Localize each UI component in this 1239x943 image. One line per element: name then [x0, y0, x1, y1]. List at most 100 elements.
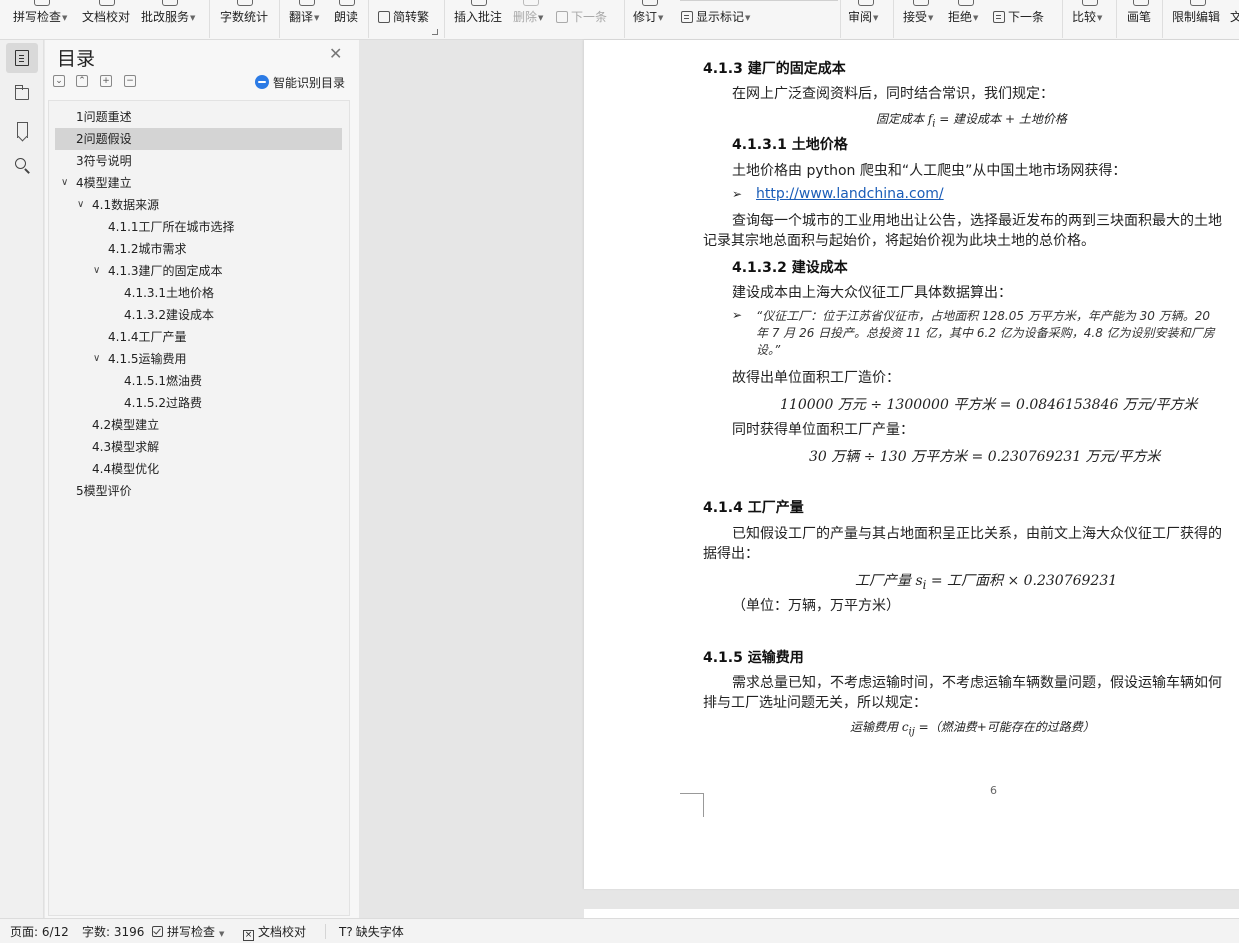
paragraph: 查询每一个城市的工业用地出让公告，选择最近发布的两到三块面积最大的土地 [732, 213, 1222, 229]
next-change-button[interactable]: 下一条 [993, 9, 1053, 27]
missing-font-status[interactable]: T? 缺失字体 [339, 925, 404, 939]
search-icon [15, 158, 26, 169]
review-button[interactable]: 审阅▼ [848, 0, 884, 38]
accept-button[interactable]: 接受▼ [903, 0, 939, 38]
ai-assistant-icon [255, 75, 269, 89]
chevron-down-icon[interactable]: ∨ [61, 172, 68, 194]
heading-4-1-3-1: 4.1.3.1 土地价格 [732, 137, 848, 153]
document-page[interactable]: 4.1.3 建厂的固定成本 在网上广泛查阅资料后，同时结合常识，我们规定： 固定… [584, 40, 1239, 889]
restrict-edit-button[interactable]: 限制编辑 [1172, 0, 1224, 38]
paragraph: 在网上广泛查阅资料后，同时结合常识，我们规定： [732, 86, 1054, 102]
unit-note: （单位：万辆，万平方米） [732, 598, 900, 614]
navigation-rail [0, 40, 44, 918]
bookmark-icon [17, 122, 28, 138]
paragraph: 需求总量已知，不考虑运输时间，不考虑运输车辆数量问题，假设运输车辆如何 [732, 675, 1222, 691]
heading-4-1-4: 4.1.4 工厂产量 [703, 500, 804, 516]
track-changes-button[interactable]: 修订▼ [633, 0, 667, 38]
quote-line: “仪征工厂：位于江苏省仪征市，占地面积 128.05 万平方米，年产能为 30 … [756, 309, 1211, 323]
toc-panel-button[interactable] [6, 43, 38, 73]
next-comment-button[interactable]: 下一条 [556, 9, 616, 27]
proof-icon: × [243, 930, 254, 941]
toc-item[interactable]: 4.1.5.1燃油费 [55, 370, 342, 392]
ribbon-divider [279, 0, 280, 38]
collapse-all-icon[interactable]: ⌄ [53, 75, 65, 87]
revise-service-button[interactable]: 批改服务▼ [141, 0, 199, 38]
status-divider [325, 924, 326, 939]
toc-item[interactable]: 4.4模型优化 [55, 458, 342, 480]
add-heading-icon[interactable]: + [100, 75, 112, 87]
paragraph: 记录其宗地总面积与起始价，将起始价视为此块土地的总价格。 [703, 233, 1095, 249]
toc-item[interactable]: 4.1.4工厂产量 [55, 326, 342, 348]
landchina-link[interactable]: http://www.landchina.com/ [756, 186, 944, 202]
missing-font-icon: T? [339, 925, 353, 939]
toc-item-selected[interactable]: 2问题假设 [55, 128, 342, 150]
quote-line: 设。” [756, 343, 781, 357]
doc-proof-status[interactable]: × 文档校对 [243, 925, 306, 941]
ribbon-divider [1162, 0, 1163, 38]
toc-item[interactable]: ∨ 4.1.3建厂的固定成本 [55, 260, 342, 282]
formula-plant-output: 工厂产量 si = 工厂面积 × 0.230769231 [855, 573, 1118, 592]
markup-dropdown-field[interactable] [680, 0, 838, 1]
review-icon [858, 0, 874, 6]
read-aloud-icon [339, 0, 355, 6]
toc-item[interactable]: 1问题重述 [55, 106, 342, 128]
toc-panel: 目录 ✕ ⌄ ⌃ + − 智能识别目录 1问题重述 2问题假设 3符号说明 ∨ 4… [45, 40, 359, 918]
document-canvas[interactable]: 4.1.3 建厂的固定成本 在网上广泛查阅资料后，同时结合常识，我们规定： 固定… [359, 40, 1239, 921]
delete-comment-button[interactable]: 删除▼ [513, 0, 549, 38]
toc-item[interactable]: ∨ 4.1.5运输费用 [55, 348, 342, 370]
toc-item[interactable]: 4.1.3.1土地价格 [55, 282, 342, 304]
toc-item[interactable]: 5模型评价 [55, 480, 342, 502]
ink-button[interactable]: 画笔 [1127, 0, 1155, 38]
chevron-down-icon[interactable]: ∨ [77, 194, 84, 216]
paragraph: 故得出单位面积工厂造价： [732, 370, 900, 386]
translate-button[interactable]: 翻译▼ [289, 0, 325, 38]
insert-comment-button[interactable]: 插入批注 [454, 0, 504, 38]
toc-item[interactable]: 4.1.1工厂所在城市选择 [55, 216, 342, 238]
chevron-down-icon[interactable]: ∨ [93, 348, 100, 370]
next-comment-icon [556, 11, 568, 23]
spell-check-button[interactable]: 拼写检查▼ [13, 0, 71, 38]
document-outline-icon [15, 50, 29, 66]
bookmark-button[interactable] [6, 115, 38, 145]
toc-item[interactable]: 3符号说明 [55, 150, 342, 172]
document-rights-button[interactable]: 文 [1230, 0, 1239, 38]
find-button[interactable] [6, 151, 38, 181]
toc-item[interactable]: 4.1.5.2过路费 [55, 392, 342, 414]
close-icon[interactable]: ✕ [329, 46, 342, 62]
ribbon-divider [1062, 0, 1063, 38]
heading-4-1-5: 4.1.5 运输费用 [703, 650, 804, 666]
ribbon-divider [624, 0, 625, 38]
page-indicator[interactable]: 页面: 6/12 [10, 925, 69, 939]
expand-up-icon[interactable]: ⌃ [76, 75, 88, 87]
margin-crop-mark [680, 793, 704, 817]
group-launcher-icon[interactable] [432, 29, 438, 35]
formula-transport-cost: 运输费用 cij =（燃油费+可能存在的过路费） [850, 720, 1095, 738]
paragraph: 土地价格由 python 爬虫和“人工爬虫”从中国土地市场网获得： [732, 163, 1127, 179]
toc-item[interactable]: 4.1.2城市需求 [55, 238, 342, 260]
show-markup-icon [681, 11, 693, 24]
compare-button[interactable]: 比较▼ [1072, 0, 1108, 38]
show-markup-button[interactable]: 显示标记▼ [681, 9, 761, 27]
read-aloud-button[interactable]: 朗读 [334, 0, 360, 38]
word-count[interactable]: 字数: 3196 [82, 925, 144, 939]
toc-item[interactable]: ∨ 4.1数据来源 [55, 194, 342, 216]
chevron-down-icon[interactable]: ∨ [93, 260, 100, 282]
paragraph: 建设成本由上海大众仪征工厂具体数据算出： [732, 285, 1012, 301]
toc-item[interactable]: 4.1.3.2建设成本 [55, 304, 342, 326]
doc-proof-icon [99, 0, 115, 6]
chapter-nav-button[interactable] [6, 79, 38, 109]
toc-item[interactable]: 4.2模型建立 [55, 414, 342, 436]
doc-proof-button[interactable]: 文档校对 [82, 0, 132, 38]
simp-trad-button[interactable]: 简转繁 [378, 9, 436, 27]
smart-toc-button[interactable]: 智能识别目录 [255, 74, 345, 91]
toc-item[interactable]: 4.3模型求解 [55, 436, 342, 458]
next-change-icon [993, 11, 1005, 23]
spell-check-status[interactable]: 拼写检查 ▼ [152, 925, 224, 941]
delete-comment-icon [523, 0, 539, 6]
remove-heading-icon[interactable]: − [124, 75, 136, 87]
toc-item[interactable]: ∨ 4模型建立 [55, 172, 342, 194]
word-count-button[interactable]: 字数统计 [220, 0, 270, 38]
ribbon-divider [444, 0, 445, 38]
reject-button[interactable]: 拒绝▼ [948, 0, 984, 38]
simp-trad-icon [378, 11, 390, 23]
